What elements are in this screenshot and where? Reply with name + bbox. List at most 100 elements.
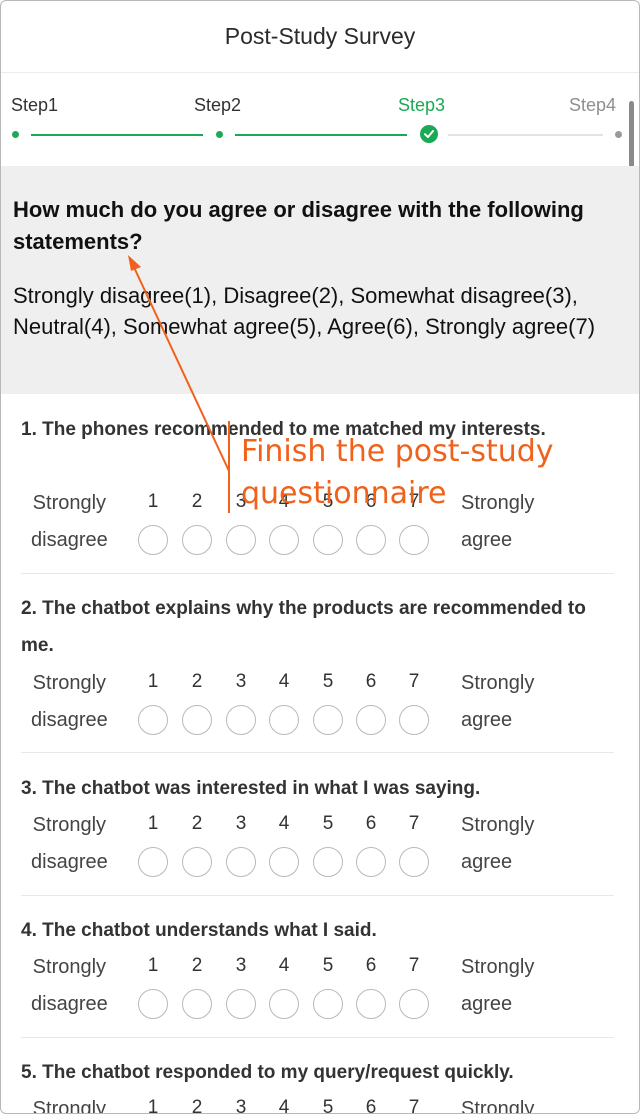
rating-radio-4[interactable] [269,705,299,735]
rating-radio-3[interactable] [226,705,256,735]
scale-left-label: Strongly disagree [31,485,108,559]
rating-radio-5[interactable] [313,705,343,735]
rating-radio-1[interactable] [138,705,168,735]
step-3-label: Step3 [398,95,446,115]
rating-radio-6[interactable] [356,525,386,555]
scale-right-line-2: agree [461,709,513,731]
question-4: 4. The chatbot understands what I said. [21,912,614,949]
step-1-dot [12,131,19,138]
rating-radio-4[interactable] [269,525,299,555]
scale-number-7: 7 [408,955,420,976]
scale-number-2: 2 [191,1097,203,1114]
divider [21,752,614,753]
scale-right-line-1: Strongly [461,672,535,694]
step-progress: Step1 Step2 Step3 Step4 [1,73,639,167]
scale-number-3: 3 [235,1097,247,1114]
scale-number-2: 2 [191,813,203,834]
scale-right-label: Strongly agree [461,665,534,739]
question-2: 2. The chatbot explains why the products… [21,590,614,664]
scale-left-line-2: disagree [31,993,108,1015]
rating-radio-2[interactable] [182,989,212,1019]
annotation-callout: Finish the post-study questionnaire [241,431,554,515]
scale-number-7: 7 [408,813,420,834]
check-icon [420,125,438,143]
rating-radio-7[interactable] [399,525,429,555]
scale-left-line-2: disagree [31,709,108,731]
scale-number-5: 5 [322,671,334,692]
rating-radio-4[interactable] [269,989,299,1019]
scale-left-line-1: Strongly [32,814,107,836]
rating-radio-4[interactable] [269,847,299,877]
scale-description: Strongly disagree(1), Disagree(2), Somew… [13,283,596,339]
annotation-line-1: Finish the post-study [241,434,554,469]
scale-right-label: Stronglyagree [461,1091,535,1114]
scale-left-line-2: disagree [31,529,108,551]
page-title: Post-Study Survey [1,1,639,73]
question-2-text: 2. The chatbot explains why the products… [21,598,586,656]
scale-right-label: Stronglyagree [461,807,534,881]
scale-number-1: 1 [147,671,159,692]
rating-radio-5[interactable] [313,847,343,877]
instructions-panel: How much do you agree or disagree with t… [1,166,639,394]
rating-radio-1[interactable] [138,525,168,555]
scale-right-line-1: Strongly [461,1098,535,1114]
step-2-label: Step2 [194,95,242,115]
rating-radio-2[interactable] [182,705,212,735]
rating-radio-1[interactable] [138,989,168,1019]
question-5-text: 5. The chatbot responded to my query/req… [21,1062,514,1083]
scale-number-5: 5 [322,955,334,976]
question-2-scale: Strongly disagree 1 2 3 4 5 6 7 Strongly agree [1,665,601,739]
scale-number-7: 7 [408,1097,420,1114]
scale-number-4: 4 [278,671,290,692]
question-5-scale: Stronglydisagree 1 2 3 4 5 6 7 Stronglyagree [1,1091,601,1114]
scale-number-3: 3 [235,813,247,834]
scale-number-1: 1 [147,955,159,976]
scale-number-4: 4 [278,1097,290,1114]
rating-radio-7[interactable] [399,705,429,735]
divider [21,573,614,574]
scale-left-line-1: Strongly [32,672,107,694]
rating-radio-7[interactable] [399,989,429,1019]
scale-left-line-2: disagree [31,851,108,873]
scale-left-label: Strongly disagree [31,807,108,881]
rating-radio-7[interactable] [399,847,429,877]
scale-right-line-1: Strongly [461,814,535,836]
scale-number-3: 3 [235,671,247,692]
scale-number-2: 2 [191,491,203,512]
rating-radio-6[interactable] [356,705,386,735]
question-5: 5. The chatbot responded to my query/req… [21,1054,614,1091]
rating-radio-5[interactable] [313,989,343,1019]
rating-radio-3[interactable] [226,989,256,1019]
question-3-scale: Strongly disagree 1 2 3 4 5 6 7 Strongly agree [1,807,601,881]
scale-right-label: Stronglyagree [461,949,534,1023]
rating-radio-2[interactable] [182,525,212,555]
step-1-label: Step1 [11,95,59,115]
step-4-label: Step4 [569,95,617,115]
scale-number-6: 6 [365,1097,377,1114]
scale-number-5: 5 [322,1097,334,1114]
scale-number-4: 4 [278,813,290,834]
question-4-text: 4. The chatbot understands what I said. [21,920,377,941]
scale-number-6: 6 [365,671,377,692]
scale-number-1: 1 [147,491,159,512]
scale-right-line-2: agree [461,529,513,551]
divider [21,1037,614,1038]
step-3-line [448,134,603,136]
scale-number-6: 6 [365,955,377,976]
rating-radio-3[interactable] [226,525,256,555]
question-3: 3. The chatbot was interested in what I … [21,770,614,807]
rating-radio-6[interactable] [356,847,386,877]
scale-left-label: Strongly disagree [31,665,108,739]
scale-left-line-1: Strongly [32,956,107,978]
scale-left-line-1: Strongly [32,492,107,514]
annotation-line-2: questionnaire [241,476,447,511]
rating-radio-1[interactable] [138,847,168,877]
step-2-line [235,134,407,136]
survey-screen: Post-Study Survey Step1 Step2 Step3 Step… [0,0,640,1114]
rating-radio-6[interactable] [356,989,386,1019]
scale-right-line-2: agree [461,993,513,1015]
rating-radio-2[interactable] [182,847,212,877]
rating-radio-5[interactable] [313,525,343,555]
rating-radio-3[interactable] [226,847,256,877]
scale-number-2: 2 [191,955,203,976]
